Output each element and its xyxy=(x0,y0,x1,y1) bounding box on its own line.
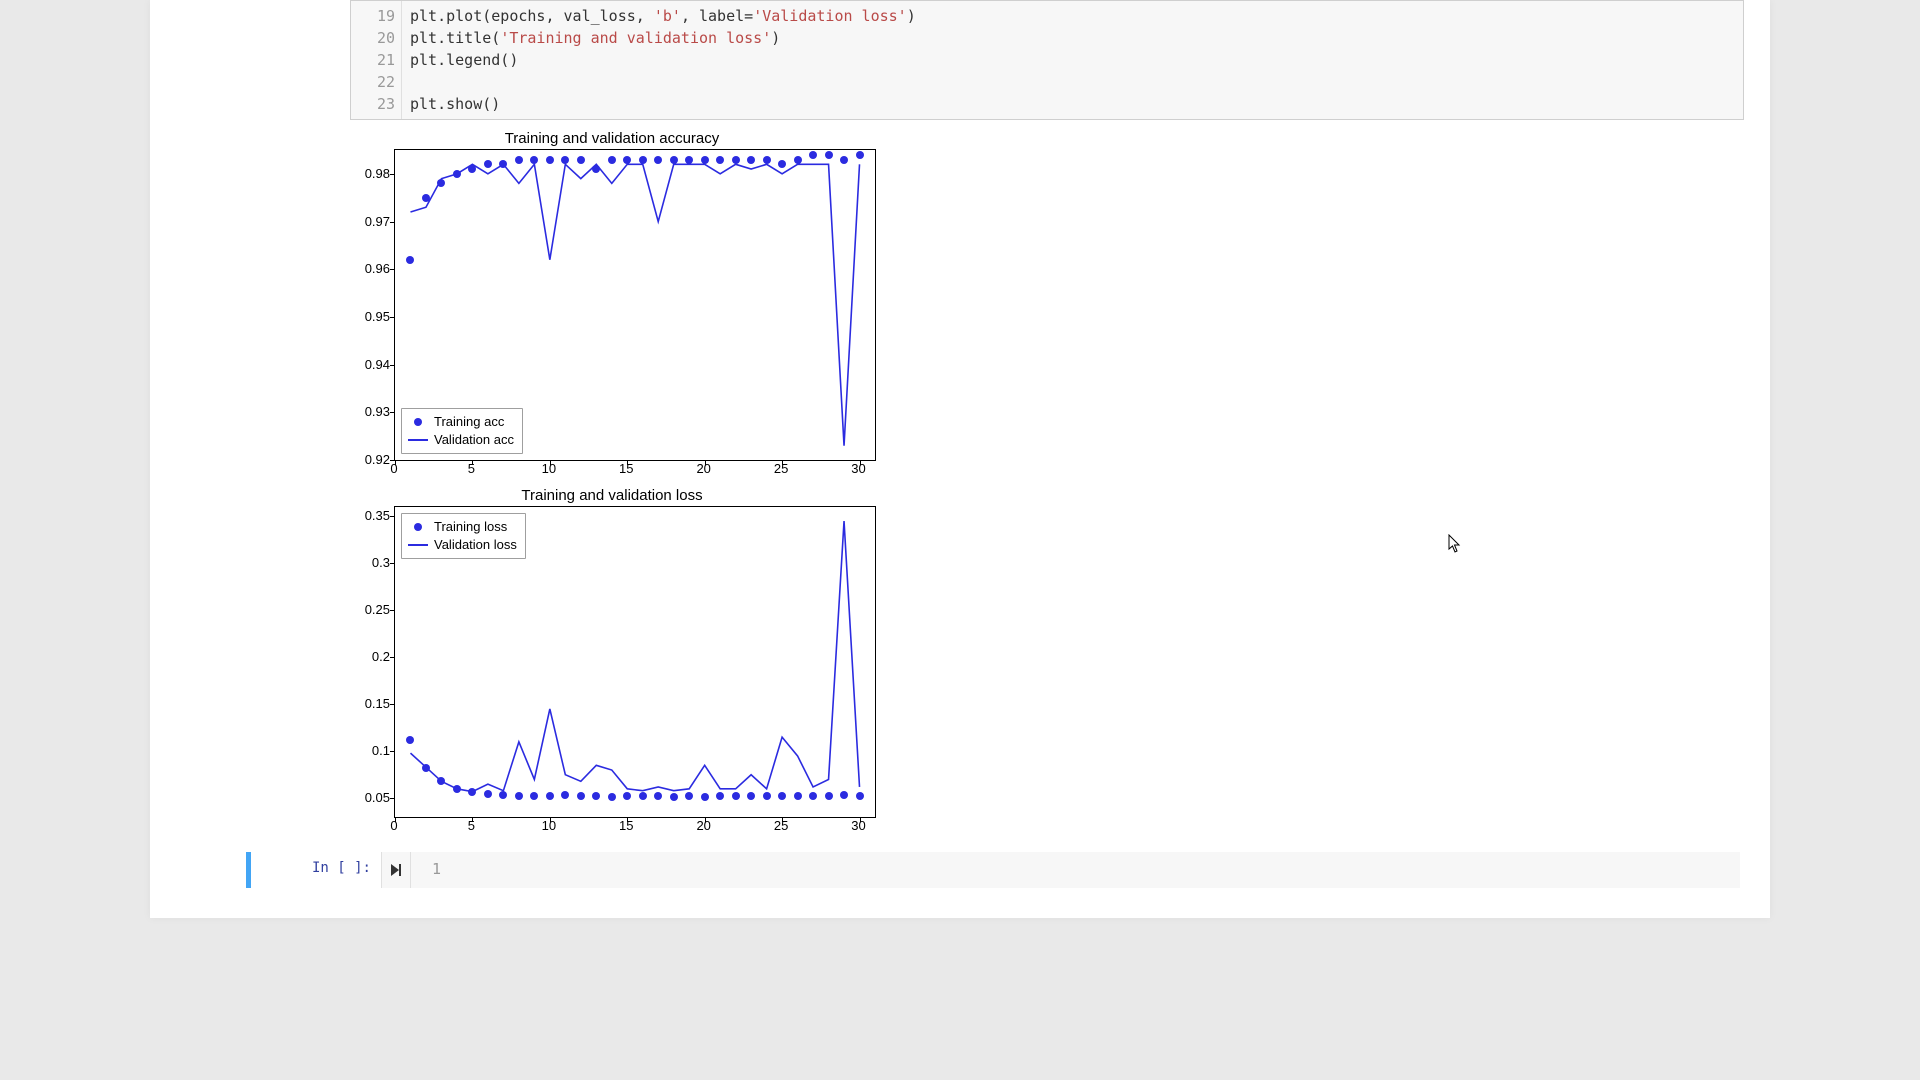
input-code-area[interactable] xyxy=(447,852,1740,888)
data-point xyxy=(670,793,678,801)
y-tick-label: 0.25 xyxy=(365,602,390,617)
plot-area: Training lossValidation loss xyxy=(394,506,876,818)
data-point xyxy=(825,151,833,159)
output-area: Training and validation accuracy 0.92 0.93… xyxy=(350,120,1770,840)
x-tick-label: 25 xyxy=(774,461,788,476)
data-point xyxy=(856,792,864,800)
x-tick-label: 0 xyxy=(390,461,397,476)
code-cell[interactable]: 19 20 21 22 23 plt.plot(epochs, val_loss… xyxy=(350,0,1744,120)
data-point xyxy=(577,156,585,164)
data-point xyxy=(515,156,523,164)
legend-line-icon xyxy=(408,544,428,546)
legend-dot-icon xyxy=(414,523,422,531)
data-point xyxy=(546,156,554,164)
y-tick-label: 0.98 xyxy=(365,166,390,181)
accuracy-chart: Training and validation accuracy 0.92 0.93… xyxy=(350,130,876,479)
y-tick-label: 0.93 xyxy=(365,404,390,419)
data-point xyxy=(654,156,662,164)
y-tick-label: 0.15 xyxy=(365,696,390,711)
cell-prompt: In [ ]: xyxy=(251,852,381,888)
data-point xyxy=(809,151,817,159)
code-body[interactable]: plt.plot(epochs, val_loss, 'b', label='V… xyxy=(402,1,1743,119)
x-tick-label: 15 xyxy=(619,818,633,833)
x-tick-label: 30 xyxy=(851,818,865,833)
data-point xyxy=(608,793,616,801)
x-tick-label: 10 xyxy=(542,461,556,476)
legend-label: Validation loss xyxy=(434,536,517,554)
x-tick-label: 20 xyxy=(696,818,710,833)
x-tick-label: 30 xyxy=(851,461,865,476)
y-tick-label: 0.97 xyxy=(365,214,390,229)
chart-legend: Training lossValidation loss xyxy=(401,513,526,559)
y-tick-label: 0.95 xyxy=(365,309,390,324)
x-tick-label: 10 xyxy=(542,818,556,833)
data-point xyxy=(763,156,771,164)
code-gutter: 19 20 21 22 23 xyxy=(351,1,402,119)
x-tick-label: 5 xyxy=(468,818,475,833)
data-point xyxy=(623,156,631,164)
data-point xyxy=(840,156,848,164)
y-tick-label: 0.35 xyxy=(365,508,390,523)
y-tick-label: 0.05 xyxy=(365,790,390,805)
data-point xyxy=(701,156,709,164)
data-point xyxy=(763,792,771,800)
y-tick-label: 0.94 xyxy=(365,357,390,372)
data-point xyxy=(670,156,678,164)
chart-title: Training and validation accuracy xyxy=(350,130,874,147)
data-point xyxy=(794,792,802,800)
run-cell-icon[interactable] xyxy=(381,852,411,888)
legend-label: Training acc xyxy=(434,413,504,431)
data-point xyxy=(856,151,864,159)
data-point xyxy=(794,156,802,164)
x-tick-label: 15 xyxy=(619,461,633,476)
plot-area: Training accValidation acc xyxy=(394,149,876,461)
notebook: 19 20 21 22 23 plt.plot(epochs, val_loss… xyxy=(150,0,1770,918)
data-point xyxy=(639,156,647,164)
x-tick-label: 20 xyxy=(696,461,710,476)
data-point xyxy=(825,792,833,800)
x-tick-label: 25 xyxy=(774,818,788,833)
code-cell-output-source: 19 20 21 22 23 plt.plot(epochs, val_loss… xyxy=(150,0,1770,120)
legend-label: Training loss xyxy=(434,518,507,536)
x-tick-label: 0 xyxy=(390,818,397,833)
legend-dot-icon xyxy=(414,418,422,426)
chart-legend: Training accValidation acc xyxy=(401,408,523,454)
input-gutter: 1 xyxy=(411,852,447,888)
data-point xyxy=(561,156,569,164)
data-point xyxy=(453,170,461,178)
y-tick-label: 0.3 xyxy=(372,555,390,570)
data-point xyxy=(685,156,693,164)
data-point xyxy=(747,156,755,164)
data-point xyxy=(530,156,538,164)
y-tick-label: 0.92 xyxy=(365,452,390,467)
loss-chart: Training and validation loss 0.05 0.1 0.15 0… xyxy=(350,487,876,836)
legend-line-icon xyxy=(408,439,428,441)
input-cell[interactable]: In [ ]: 1 xyxy=(246,852,1740,888)
data-point xyxy=(608,156,616,164)
legend-label: Validation acc xyxy=(434,431,514,449)
y-tick-label: 0.1 xyxy=(372,743,390,758)
data-point xyxy=(716,156,724,164)
data-point xyxy=(701,793,709,801)
chart-title: Training and validation loss xyxy=(350,487,874,504)
y-tick-label: 0.96 xyxy=(365,261,390,276)
y-tick-label: 0.2 xyxy=(372,649,390,664)
data-point xyxy=(732,156,740,164)
x-tick-label: 5 xyxy=(468,461,475,476)
data-point xyxy=(732,792,740,800)
data-point xyxy=(422,194,430,202)
data-point xyxy=(453,785,461,793)
